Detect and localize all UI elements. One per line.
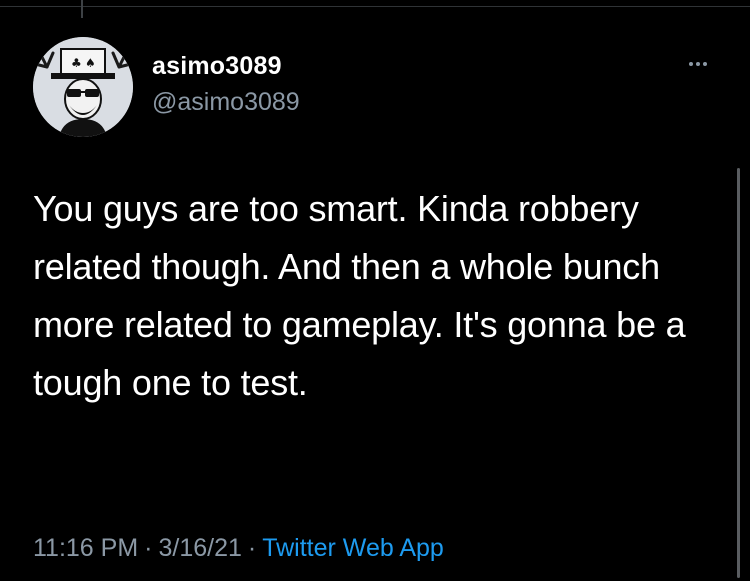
meta-separator: · <box>247 534 257 562</box>
thread-connector-line <box>81 0 83 18</box>
author-handle[interactable]: @asimo3089 <box>152 88 300 117</box>
avatar[interactable]: ♣ ♠ <box>33 37 133 137</box>
more-dot-icon <box>696 62 700 66</box>
avatar-top-hat-sunglasses-icon: ♣ ♠ <box>33 37 133 137</box>
tweet-source-link[interactable]: Twitter Web App <box>262 534 444 562</box>
tweet-metadata: 11:16 PM · 3/16/21 · Twitter Web App <box>33 534 444 563</box>
more-options-button[interactable] <box>678 52 718 76</box>
scrollbar[interactable] <box>737 168 740 578</box>
author-display-name[interactable]: asimo3089 <box>152 52 282 81</box>
more-dot-icon <box>703 62 707 66</box>
meta-separator: · <box>144 534 153 562</box>
svg-text:♠: ♠ <box>85 56 96 70</box>
more-dot-icon <box>689 62 693 66</box>
tweet-text: You guys are too smart. Kinda robbery re… <box>33 188 686 403</box>
tweet-time[interactable]: 11:16 PM <box>33 534 138 562</box>
top-divider <box>0 6 750 7</box>
tweet-date[interactable]: 3/16/21 <box>158 534 241 562</box>
svg-text:♣: ♣ <box>71 56 82 70</box>
